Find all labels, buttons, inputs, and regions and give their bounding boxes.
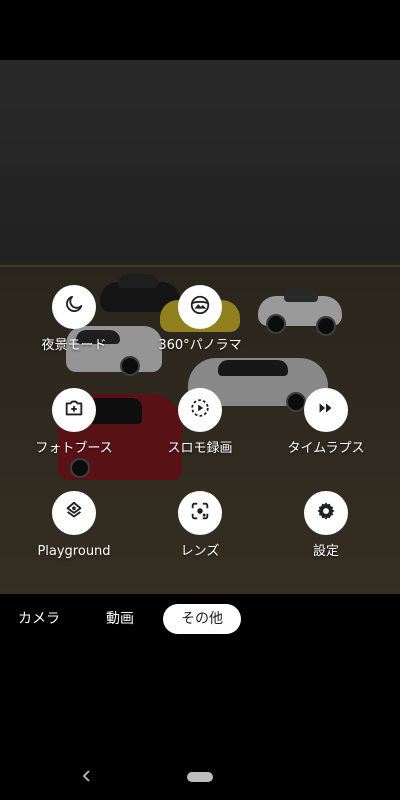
mode-timelapse[interactable]: タイムラプス — [266, 388, 386, 457]
photobooth-icon — [63, 397, 85, 423]
mode-label: 設定 — [312, 544, 339, 559]
mode-circle — [178, 285, 222, 329]
mode-switcher: カメラ 動画 その他 — [0, 600, 400, 640]
nav-back-button[interactable] — [78, 766, 96, 788]
mode-photobooth[interactable]: フォトブース — [14, 388, 134, 457]
mode-circle — [52, 491, 96, 535]
chevron-left-icon — [82, 768, 92, 787]
mode-lens[interactable]: レンズ — [140, 491, 260, 560]
mode-label: フォトブース — [35, 441, 113, 456]
mode-circle — [304, 388, 348, 432]
mode-settings[interactable]: 設定 — [266, 491, 386, 560]
mode-circle — [52, 285, 96, 329]
mode-circle — [52, 388, 96, 432]
tab-video[interactable]: 動画 — [88, 604, 152, 634]
timelapse-icon — [315, 397, 337, 423]
mode-night-sight[interactable]: 夜景モード — [14, 285, 134, 354]
mode-label: 夜景モード — [41, 338, 107, 353]
mode-playground[interactable]: Playground — [14, 491, 134, 560]
panorama-icon — [189, 294, 211, 320]
mode-label: スロモ録画 — [167, 441, 233, 456]
mode-label: レンズ — [180, 544, 220, 559]
gear-icon — [315, 500, 337, 526]
camera-screen: 夜景モード 360°パノラマ フォトブース スロモ録画 タイムラプス Playg… — [0, 0, 400, 800]
mode-label: タイムラプス — [287, 441, 365, 456]
mode-circle — [178, 491, 222, 535]
mode-circle — [178, 388, 222, 432]
lens-icon — [189, 500, 211, 526]
mode-label: Playground — [37, 544, 111, 559]
tab-camera[interactable]: カメラ — [0, 604, 78, 634]
nav-home-pill[interactable] — [187, 772, 213, 782]
mode-circle — [304, 491, 348, 535]
mode-panorama[interactable]: 360°パノラマ — [140, 285, 260, 354]
night-moon-icon — [63, 294, 85, 320]
tab-more[interactable]: その他 — [163, 604, 241, 634]
playground-icon — [63, 500, 85, 526]
slowmo-icon — [189, 397, 211, 423]
mode-label: 360°パノラマ — [158, 338, 242, 353]
mode-slowmo[interactable]: スロモ録画 — [140, 388, 260, 457]
